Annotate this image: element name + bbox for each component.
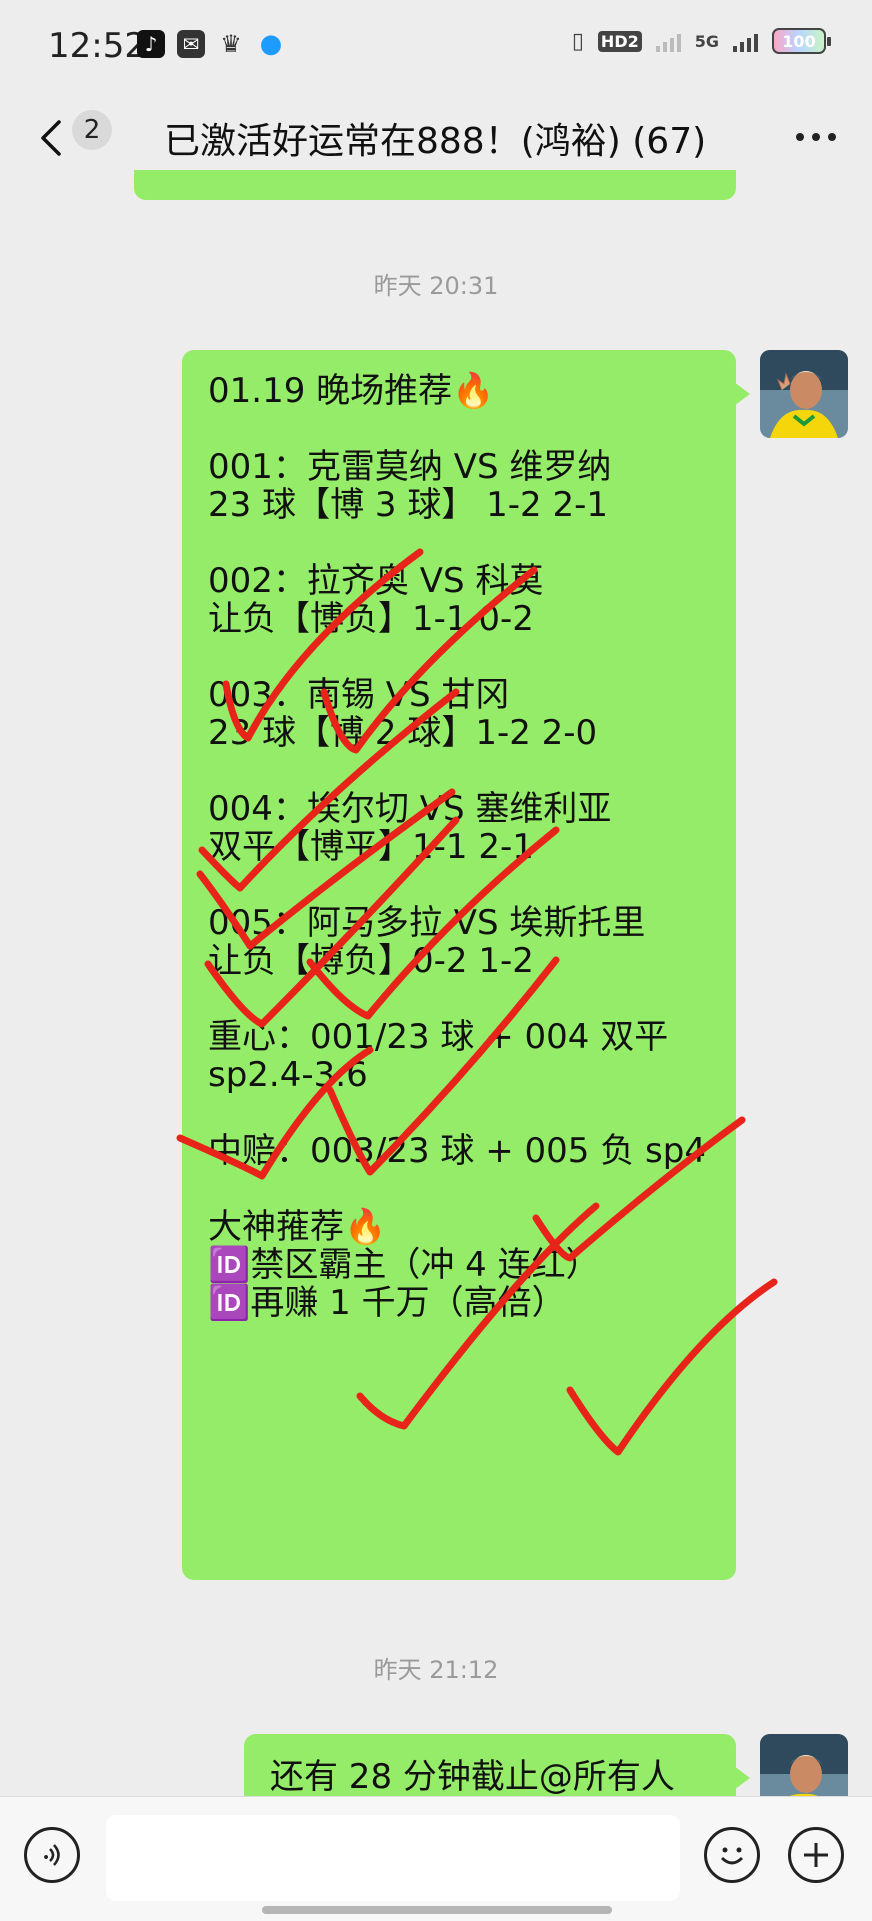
bubble-tail: [734, 382, 750, 406]
signal-5g-icon: [733, 30, 758, 52]
line-spacer: [208, 524, 712, 562]
message-text: 还有 28 分钟截止@所有人: [270, 1757, 675, 1797]
message-line: 让负【博负】1-1 0-2: [208, 599, 534, 639]
message-text: 01.19 晚场推荐🔥 001：克雷莫纳 VS 维罗纳 23 球【博 3 球】 1-…: [208, 372, 712, 1322]
line-spacer: [208, 752, 712, 790]
message-line: 002：拉齐奥 VS 科莫: [208, 561, 544, 601]
more-functions-button[interactable]: [788, 1827, 844, 1883]
line-spacer: [208, 980, 712, 1018]
message-line: sp2.4-3.6: [208, 1055, 368, 1095]
avatar-image: [760, 350, 848, 438]
message-line: 重心：001/23 球 + 004 双平: [208, 1017, 669, 1057]
tiktok-icon: ♪: [137, 30, 165, 58]
message-line: 23 球【博 2 球】1-2 2-0: [208, 713, 598, 753]
message-line: 大神蓷荐🔥: [208, 1207, 387, 1247]
voice-icon: [44, 1844, 60, 1866]
message-icon: ✉: [177, 30, 205, 58]
message-line: 004：埃尔切 VS 塞维利亚: [208, 789, 612, 829]
line-spacer: [208, 1094, 712, 1132]
unread-count-badge[interactable]: 2: [72, 110, 112, 150]
line-spacer: [208, 410, 712, 448]
message-line: 001：克雷莫纳 VS 维罗纳: [208, 447, 612, 487]
emoji-button[interactable]: [704, 1827, 760, 1883]
message-line: 01.19 晚场推荐🔥: [208, 371, 495, 411]
message-line: 双平【博平】1-1 2-1: [208, 827, 534, 867]
back-button[interactable]: [30, 108, 70, 168]
message-line: 🆔再赚 1 千万（高倍）: [208, 1283, 566, 1323]
status-right-icons: ▯ HD2 5G 100: [571, 28, 831, 54]
message-bubble-recommendation[interactable]: 01.19 晚场推荐🔥 001：克雷莫纳 VS 维罗纳 23 球【博 3 球】 1-…: [182, 350, 750, 1580]
message-line: 23 球【博 3 球】 1-2 2-1: [208, 485, 608, 525]
timestamp-separator: 昨天 21:12: [373, 1656, 499, 1684]
vibrate-icon: ▯: [571, 28, 584, 54]
network-label: 5G: [694, 31, 719, 51]
plus-icon: [804, 1843, 828, 1867]
line-spacer: [208, 866, 712, 904]
chevron-left-icon: [41, 120, 61, 156]
message-line: 🆔禁区霸主（冲 4 连红）: [208, 1245, 600, 1285]
status-time: 12:52: [48, 26, 146, 66]
more-options-button[interactable]: [786, 112, 846, 162]
sender-avatar[interactable]: [760, 350, 848, 438]
home-indicator[interactable]: [262, 1906, 612, 1914]
emoji-icon: [720, 1847, 744, 1865]
message-line: 让负【博负】0-2 1-2: [208, 941, 534, 981]
bubble-tail: [734, 1766, 750, 1790]
line-spacer: [208, 1170, 712, 1208]
message-line: 003：南锡 VS 甘冈: [208, 675, 510, 715]
message-line: 中赔：003/23 球 + 005 负 sp4: [208, 1131, 706, 1171]
line-spacer: [208, 638, 712, 676]
hd-badge: HD2: [597, 30, 642, 52]
chat-title: 已激活好运常在888！(鸿裕) (67): [164, 121, 707, 162]
voice-input-button[interactable]: [24, 1827, 80, 1883]
status-notification-icons: ♪ ✉ ♛ ●: [137, 29, 285, 59]
status-bar: 12:52 ♪ ✉ ♛ ● ▯ HD2 5G 100: [0, 0, 872, 92]
more-dots-icon: [796, 133, 804, 141]
message-line: 005：阿马多拉 VS 埃斯托里: [208, 903, 646, 943]
crown-icon: ♛: [220, 30, 242, 58]
message-text-input[interactable]: [106, 1815, 680, 1901]
timestamp-separator: 昨天 20:31: [373, 272, 499, 300]
signal-icon: [655, 30, 681, 52]
qq-icon: ●: [259, 29, 283, 59]
battery-icon: 100: [772, 28, 831, 54]
message-input-bar: [0, 1796, 872, 1921]
previous-message-bubble[interactable]: [134, 170, 736, 200]
